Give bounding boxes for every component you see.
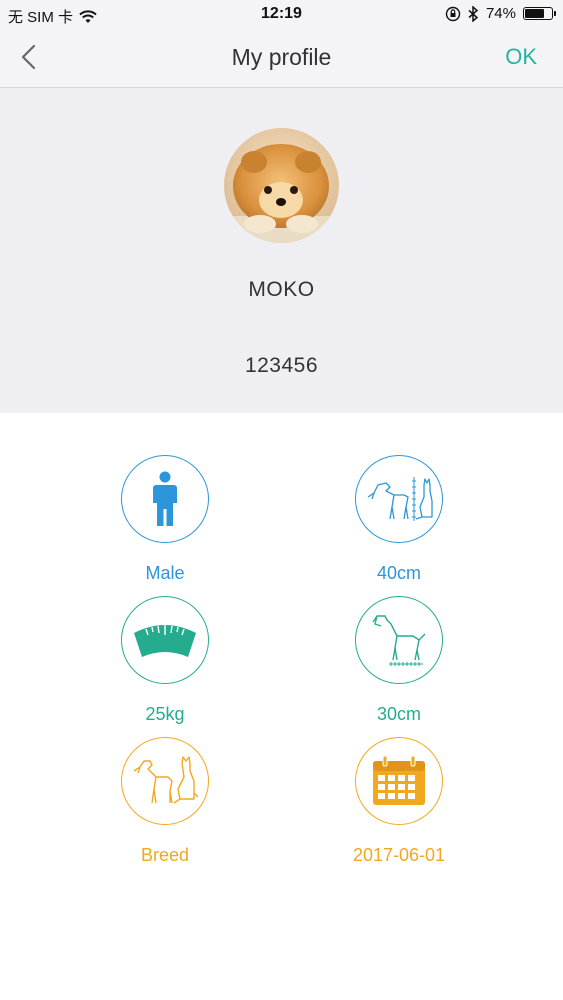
birthday-circle[interactable] xyxy=(355,737,443,825)
gender-label: Male xyxy=(145,563,185,583)
length-item[interactable]: 30cm xyxy=(299,596,499,725)
length-label: 30cm xyxy=(376,704,421,724)
status-bar: 无 SIM 卡 12:19 74% xyxy=(0,0,563,30)
breed-circle[interactable] xyxy=(121,737,209,825)
height-item[interactable]: 40cm xyxy=(299,455,499,584)
breed-item[interactable]: Breed xyxy=(65,737,265,866)
breed-label: Breed xyxy=(140,845,190,865)
pet-id[interactable]: 123456 xyxy=(0,354,563,378)
profile-header: MOKO 123456 xyxy=(0,88,563,413)
nav-bar: My profile OK xyxy=(0,30,563,88)
gender-circle[interactable] xyxy=(121,455,209,543)
pet-photo xyxy=(224,128,339,243)
orientation-lock-icon xyxy=(445,6,461,21)
page-title: My profile xyxy=(231,44,332,70)
birthday-label: 2017-06-01 xyxy=(352,845,446,865)
scale-icon xyxy=(134,625,196,657)
pet-height-icon xyxy=(367,477,433,521)
weight-item[interactable]: 25kg xyxy=(65,596,265,725)
height-label: 40cm xyxy=(376,563,421,583)
dog-length-icon xyxy=(372,615,426,666)
status-right: 74% xyxy=(445,5,556,22)
battery-fill xyxy=(525,9,544,18)
battery-icon xyxy=(523,7,556,20)
calendar-icon xyxy=(373,755,425,805)
bluetooth-icon xyxy=(468,5,479,22)
avatar[interactable] xyxy=(224,128,339,243)
dog-cat-icon xyxy=(133,756,199,804)
birthday-item[interactable]: 2017-06-01 xyxy=(299,737,499,866)
gender-item[interactable]: Male xyxy=(65,455,265,584)
weight-label: 25kg xyxy=(145,704,185,724)
height-circle[interactable] xyxy=(355,455,443,543)
battery-percent: 74% xyxy=(485,5,516,22)
pet-name[interactable]: MOKO xyxy=(0,278,563,302)
length-circle[interactable] xyxy=(355,596,443,684)
ok-button[interactable]: OK xyxy=(505,44,537,70)
male-person-icon xyxy=(153,471,177,526)
weight-circle[interactable] xyxy=(121,596,209,684)
